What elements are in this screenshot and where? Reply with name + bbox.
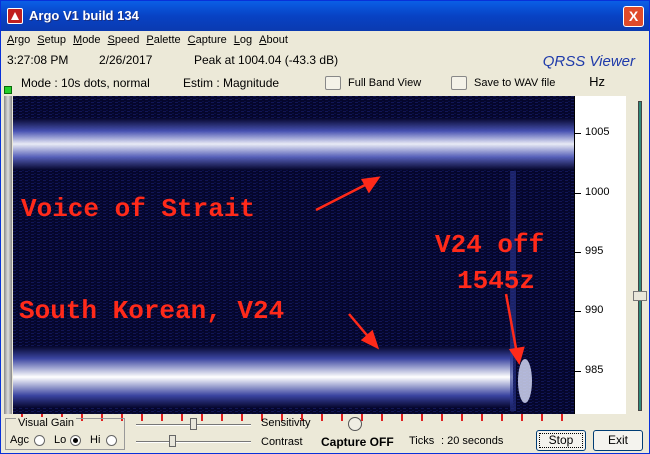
annotation-south-korean: South Korean, V24 — [19, 296, 285, 326]
clock-time: 3:27:08 PM — [7, 53, 69, 67]
current-date: 2/26/2017 — [99, 53, 153, 67]
time-tick — [221, 414, 223, 421]
estim-label: Estim : Magnitude — [183, 76, 280, 90]
capture-knob[interactable] — [348, 417, 362, 431]
axis-label-995: 995 — [585, 245, 604, 257]
menu-capture[interactable]: Capture — [188, 34, 227, 46]
axis-label-1000: 1000 — [585, 186, 610, 198]
brand-label: QRSS Viewer — [542, 53, 635, 70]
visual-gain-title: Visual Gain — [16, 417, 77, 429]
contrast-slider-track[interactable] — [136, 441, 251, 443]
menu-palette[interactable]: Palette — [146, 34, 180, 46]
axis-tick — [575, 133, 581, 134]
menu-about[interactable]: About — [259, 34, 288, 46]
control-panel: Visual Gain Agc Lo Hi Sensitivity Contra… — [1, 414, 649, 454]
ticks-value: : 20 seconds — [441, 435, 504, 447]
sensitivity-slider-thumb[interactable] — [190, 418, 197, 430]
menu-bar: Argo Setup Mode Speed Palette Capture Lo… — [1, 31, 649, 49]
time-tick — [541, 414, 543, 421]
hz-unit-label: Hz — [589, 74, 605, 89]
time-tick — [401, 414, 403, 421]
axis-tick — [575, 311, 581, 312]
save-to-wav-checkbox[interactable] — [451, 76, 467, 90]
time-tick — [161, 414, 163, 421]
status-led — [4, 86, 12, 94]
hi-radio[interactable] — [106, 435, 117, 446]
agc-radio[interactable] — [34, 435, 45, 446]
menu-log[interactable]: Log — [234, 34, 252, 46]
time-tick — [341, 414, 343, 421]
status-row: 3:27:08 PM 2/26/2017 Peak at 1004.04 (-4… — [1, 50, 649, 70]
vertical-scroll-track[interactable] — [638, 101, 642, 411]
save-to-wav-label: Save to WAV file — [474, 77, 556, 89]
axis-tick — [575, 193, 581, 194]
exit-button[interactable]: Exit — [593, 430, 643, 451]
app-logo-icon — [7, 8, 23, 24]
contrast-label: Contrast — [261, 436, 303, 448]
time-tick — [481, 414, 483, 421]
axis-label-985: 985 — [585, 364, 604, 376]
window-title: Argo V1 build 134 — [29, 8, 139, 23]
time-tick — [561, 414, 563, 421]
title-bar[interactable]: Argo V1 build 134 X — [1, 1, 649, 31]
ticks-label: Ticks — [409, 435, 435, 447]
time-tick — [141, 414, 143, 421]
axis-label-990: 990 — [585, 304, 604, 316]
time-tick — [461, 414, 463, 421]
level-bar — [4, 96, 12, 414]
peak-readout: Peak at 1004.04 (-43.3 dB) — [194, 53, 339, 67]
annotation-voice-of-strait: Voice of Strait — [21, 194, 256, 224]
time-tick — [501, 414, 503, 421]
vertical-scroll-thumb[interactable] — [633, 291, 647, 301]
time-tick — [181, 414, 183, 421]
frequency-axis: 1005 1000 995 990 985 — [574, 96, 626, 414]
time-tick — [441, 414, 443, 421]
mode-row: Mode : 10s dots, normal Estim : Magnitud… — [1, 73, 649, 93]
annotation-1545z: 1545z — [457, 266, 536, 296]
menu-argo[interactable]: Argo — [7, 34, 30, 46]
full-band-view-checkbox[interactable] — [325, 76, 341, 90]
sensitivity-label: Sensitivity — [261, 417, 311, 429]
close-button[interactable]: X — [623, 6, 644, 27]
time-tick — [421, 414, 423, 421]
time-tick — [321, 414, 323, 421]
agc-label: Agc — [10, 434, 29, 446]
mode-label: Mode : 10s dots, normal — [21, 76, 150, 90]
menu-mode[interactable]: Mode — [73, 34, 101, 46]
time-tick — [241, 414, 243, 421]
menu-speed[interactable]: Speed — [108, 34, 140, 46]
hi-label: Hi — [90, 434, 101, 446]
visual-gain-group: Visual Gain Agc Lo Hi — [5, 417, 125, 450]
time-tick — [201, 414, 203, 421]
contrast-slider-thumb[interactable] — [169, 435, 176, 447]
axis-tick — [575, 252, 581, 253]
time-tick — [361, 414, 363, 421]
lo-radio[interactable] — [70, 435, 81, 446]
time-tick — [521, 414, 523, 421]
stop-button[interactable]: Stop — [536, 430, 586, 451]
time-tick — [381, 414, 383, 421]
menu-setup[interactable]: Setup — [37, 34, 66, 46]
app-window: Argo V1 build 134 X Argo Setup Mode Spee… — [0, 0, 650, 454]
annotation-v24-off: V24 off — [435, 230, 545, 260]
capture-status: Capture OFF — [321, 435, 394, 449]
axis-tick — [575, 371, 581, 372]
axis-label-1005: 1005 — [585, 126, 610, 138]
lo-label: Lo — [54, 434, 67, 446]
full-band-view-label: Full Band View — [348, 77, 422, 89]
spectrogram[interactable]: Voice of Strait V24 off 1545z South Kore… — [13, 96, 574, 414]
